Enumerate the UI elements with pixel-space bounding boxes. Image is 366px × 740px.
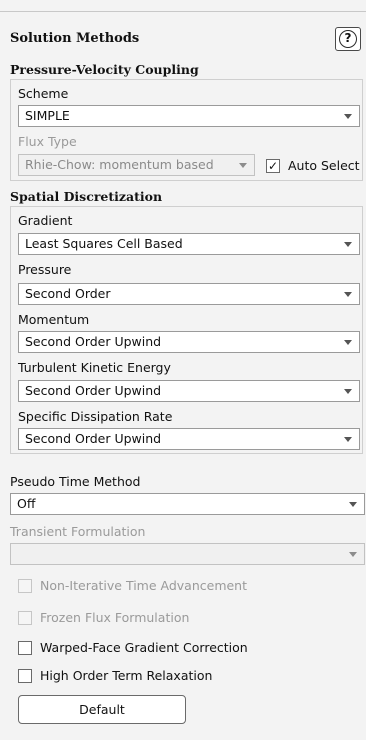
chevron-down-icon: [349, 552, 357, 557]
chevron-down-icon: [349, 502, 357, 507]
chevron-down-icon: [344, 389, 352, 394]
flux-type-dropdown[interactable]: Rhie-Chow: momentum based: [18, 154, 255, 176]
chevron-down-icon: [344, 437, 352, 442]
transient-formulation-label: Transient Formulation: [10, 524, 146, 539]
checkbox-box: [18, 640, 32, 655]
spatial-discretization-title: Spatial Discretization: [10, 189, 163, 204]
sdr-dropdown[interactable]: Second Order Upwind: [18, 428, 360, 450]
high-order-term-relaxation-label: High Order Term Relaxation: [40, 668, 213, 683]
momentum-value: Second Order Upwind: [25, 334, 162, 349]
pseudo-time-dropdown[interactable]: Off: [10, 493, 365, 515]
pressure-velocity-coupling-title: Pressure-Velocity Coupling: [10, 62, 199, 77]
top-divider: [0, 11, 366, 12]
pressure-label: Pressure: [18, 262, 72, 277]
pressure-value: Second Order: [25, 286, 111, 301]
gradient-value: Least Squares Cell Based: [25, 236, 183, 251]
transient-formulation-dropdown[interactable]: [10, 543, 365, 565]
sdr-value: Second Order Upwind: [25, 431, 162, 446]
non-iterative-time-advancement-checkbox[interactable]: Non-Iterative Time Advancement: [18, 578, 247, 593]
chevron-down-icon: [344, 114, 352, 119]
frozen-flux-formulation-label: Frozen Flux Formulation: [40, 610, 190, 625]
tke-label: Turbulent Kinetic Energy: [18, 360, 171, 375]
scheme-label: Scheme: [18, 86, 69, 101]
sdr-label: Specific Dissipation Rate: [18, 409, 173, 424]
pressure-dropdown[interactable]: Second Order: [18, 283, 360, 305]
gradient-dropdown[interactable]: Least Squares Cell Based: [18, 233, 360, 255]
question-circle-icon: ?: [339, 30, 357, 48]
tke-dropdown[interactable]: Second Order Upwind: [18, 380, 360, 402]
checkbox-box: [18, 668, 32, 683]
scheme-value: SIMPLE: [25, 108, 70, 123]
chevron-down-icon: [344, 242, 352, 247]
non-iterative-time-advancement-label: Non-Iterative Time Advancement: [40, 578, 248, 593]
momentum-dropdown[interactable]: Second Order Upwind: [18, 331, 360, 353]
checkmark-icon: ✓: [266, 158, 280, 173]
checkbox-box: [18, 578, 32, 593]
pseudo-time-value: Off: [17, 496, 36, 511]
warped-face-gradient-correction-label: Warped-Face Gradient Correction: [40, 640, 248, 655]
default-button[interactable]: Default: [18, 695, 186, 724]
auto-select-label: Auto Select: [288, 158, 360, 173]
chevron-down-icon: [344, 292, 352, 297]
scheme-dropdown[interactable]: SIMPLE: [18, 105, 360, 127]
panel-title: Solution Methods: [10, 31, 140, 46]
chevron-down-icon: [344, 340, 352, 345]
flux-type-value: Rhie-Chow: momentum based: [25, 157, 214, 172]
flux-type-label: Flux Type: [18, 134, 77, 149]
checkbox-box: [18, 610, 32, 625]
warped-face-gradient-correction-checkbox[interactable]: Warped-Face Gradient Correction: [18, 640, 248, 655]
momentum-label: Momentum: [18, 312, 90, 327]
chevron-down-icon: [239, 163, 247, 168]
auto-select-checkbox[interactable]: ✓ Auto Select: [266, 158, 360, 173]
pseudo-time-label: Pseudo Time Method: [10, 474, 141, 489]
help-button[interactable]: ?: [335, 27, 361, 51]
high-order-term-relaxation-checkbox[interactable]: High Order Term Relaxation: [18, 668, 212, 683]
tke-value: Second Order Upwind: [25, 383, 162, 398]
frozen-flux-formulation-checkbox[interactable]: Frozen Flux Formulation: [18, 610, 189, 625]
gradient-label: Gradient: [18, 213, 73, 228]
